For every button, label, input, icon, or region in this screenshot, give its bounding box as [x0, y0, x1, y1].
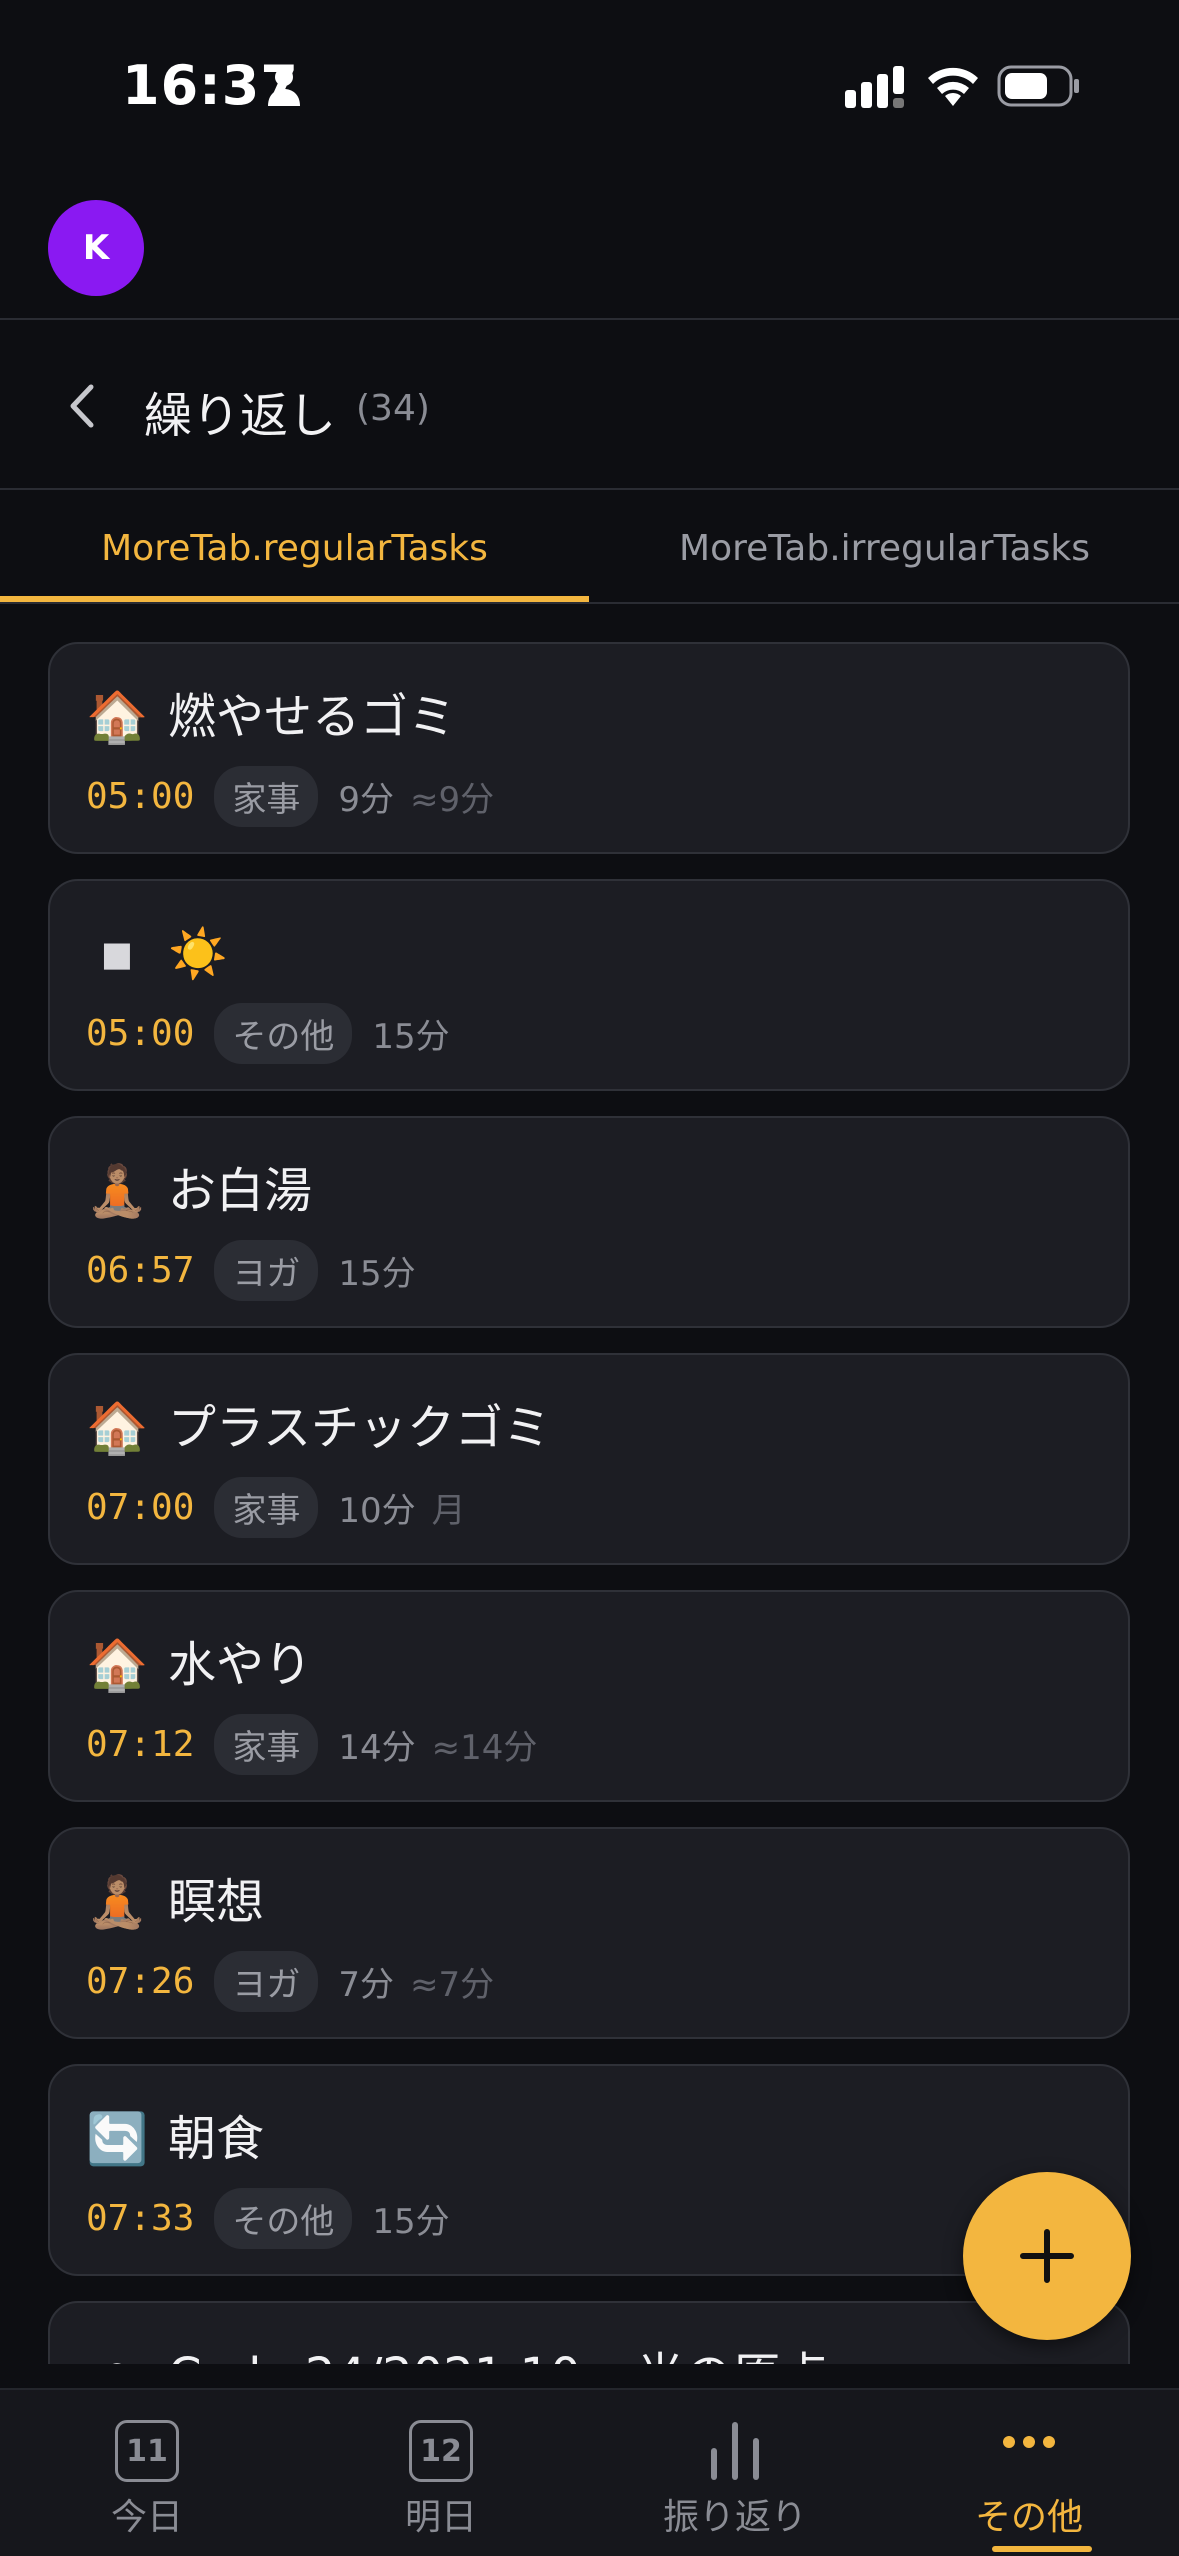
task-time: 07:12 [86, 1723, 195, 1765]
nav-tomorrow-day: 12 [409, 2420, 473, 2482]
tab-regular-tasks[interactable]: MoreTab.regularTasks [0, 492, 589, 604]
task-title: 燃やせるゴミ [168, 689, 457, 745]
back-button[interactable] [52, 372, 112, 440]
task-meta: 07:33 その他 15分 [86, 2187, 466, 2249]
nav-tomorrow[interactable]: 12 明日 [294, 2390, 588, 2556]
task-meta: 05:00 家事 9分 ≈9分 [86, 765, 495, 827]
task-category-tag: その他 [214, 2187, 353, 2249]
house-icon: 🏠 [86, 1636, 149, 1694]
nav-review-label: 振り返り [662, 2497, 807, 2538]
house-icon: 🏠 [86, 688, 149, 746]
divider [0, 602, 1179, 604]
tab-bar: MoreTab.regularTasks MoreTab.irregularTa… [0, 492, 1179, 604]
task-title: ☀️ [168, 926, 228, 982]
page-title: 繰り返し [144, 388, 337, 444]
calendar-tomorrow-icon: 12 [409, 2420, 473, 2482]
task-meta: 05:00 その他 15分 [86, 1002, 466, 1064]
nav-review[interactable]: 振り返り [588, 2390, 882, 2556]
task-actual-duration: ≈7分 [410, 1964, 495, 2005]
task-title: 朝食 [168, 2111, 265, 2167]
calendar-today-icon: 11 [115, 2420, 179, 2482]
task-time: 07:00 [86, 1486, 195, 1528]
wifi-icon [928, 67, 978, 106]
active-nav-indicator [992, 2546, 1092, 2552]
task-duration: 7分 [338, 1964, 395, 2005]
add-task-button[interactable] [963, 2172, 1131, 2340]
task-duration: 14分 [338, 1727, 416, 1768]
task-list[interactable]: 🏠 燃やせるゴミ 05:00 家事 9分 ≈9分 ◼ ☀️ 05:00 その他 … [0, 642, 1179, 2364]
task-actual-duration: ≈14分 [431, 1727, 538, 1768]
task-duration: 15分 [372, 2201, 450, 2242]
task-card[interactable]: ◼ ☀️ 05:00 その他 15分 [48, 879, 1130, 1091]
task-meta: 07:00 家事 10分 月 [86, 1476, 466, 1538]
bar-chart-icon [707, 2420, 763, 2486]
task-time: 05:00 [86, 775, 195, 817]
status-bar: 16:37 [0, 0, 1179, 175]
nav-more[interactable]: その他 [882, 2390, 1176, 2556]
task-time: 05:00 [86, 1012, 195, 1054]
task-category-tag: ヨガ [214, 1239, 319, 1301]
task-meta: 07:26 ヨガ 7分 ≈7分 [86, 1950, 495, 2012]
nav-more-label: その他 [974, 2497, 1083, 2538]
circle-icon: ⚪ [86, 2345, 148, 2364]
task-title: 瞑想 [168, 1874, 265, 1930]
cellular-signal-icon [845, 66, 904, 108]
nav-today-day: 11 [115, 2420, 179, 2482]
avatar[interactable]: K [48, 200, 144, 296]
task-card[interactable]: ⚪ Cody 24/2021.10~ 光の原点 [48, 2301, 1130, 2364]
nav-today[interactable]: 11 今日 [0, 2390, 294, 2556]
divider [0, 318, 1179, 320]
task-time: 06:57 [86, 1249, 195, 1291]
task-duration: 15分 [372, 1016, 450, 1057]
nav-today-label: 今日 [110, 2497, 183, 2538]
task-card[interactable]: 🏠 水やり 07:12 家事 14分 ≈14分 [48, 1590, 1130, 1802]
task-category-tag: その他 [214, 1002, 353, 1064]
task-time: 07:26 [86, 1960, 195, 2002]
task-category-tag: ヨガ [214, 1950, 319, 2012]
task-title: お白湯 [168, 1163, 313, 1219]
task-weekday: 月 [431, 1490, 466, 1531]
task-card[interactable]: 🧘🏽 お白湯 06:57 ヨガ 15分 [48, 1116, 1130, 1328]
more-dots-icon [1002, 2434, 1056, 2453]
bottom-navigation: 11 今日 12 明日 振り返り その他 [0, 2388, 1179, 2556]
battery-icon [997, 65, 1079, 107]
house-icon: 🏠 [86, 1399, 149, 1457]
tab-irregular-tasks[interactable]: MoreTab.irregularTasks [590, 492, 1179, 604]
task-card[interactable]: 🏠 プラスチックゴミ 07:00 家事 10分 月 [48, 1353, 1130, 1565]
task-actual-duration: ≈9分 [410, 779, 495, 820]
page-header: 繰り返し (34) [0, 322, 1179, 490]
task-category-tag: 家事 [214, 1476, 319, 1538]
task-card[interactable]: 🧘🏽 瞑想 07:26 ヨガ 7分 ≈7分 [48, 1827, 1130, 2039]
square-icon: ◼ [100, 931, 134, 977]
task-category-tag: 家事 [214, 765, 319, 827]
task-time: 07:33 [86, 2197, 195, 2239]
avatar-initial: K [82, 228, 110, 268]
task-meta: 07:12 家事 14分 ≈14分 [86, 1713, 538, 1775]
task-duration: 15分 [338, 1253, 416, 1294]
meditation-icon: 🧘🏽 [86, 1162, 149, 1220]
task-category-tag: 家事 [214, 1713, 319, 1775]
task-title: 水やり [168, 1637, 313, 1693]
task-duration: 10分 [338, 1490, 416, 1531]
refresh-icon: 🔄 [86, 2110, 149, 2168]
task-card[interactable]: 🏠 燃やせるゴミ 05:00 家事 9分 ≈9分 [48, 642, 1130, 854]
divider [0, 488, 1179, 490]
task-meta: 06:57 ヨガ 15分 [86, 1239, 432, 1301]
meditation-icon: 🧘🏽 [86, 1873, 149, 1931]
nav-tomorrow-label: 明日 [404, 2497, 477, 2538]
task-title: プラスチックゴミ [168, 1400, 552, 1456]
plus-icon [1020, 2229, 1074, 2283]
chevron-left-icon [70, 384, 94, 428]
task-title: Cody 24/2021.10~ 光の原点 [168, 2345, 828, 2364]
task-duration: 9分 [338, 779, 395, 820]
item-count: (34) [356, 388, 430, 429]
person-icon [268, 68, 300, 106]
